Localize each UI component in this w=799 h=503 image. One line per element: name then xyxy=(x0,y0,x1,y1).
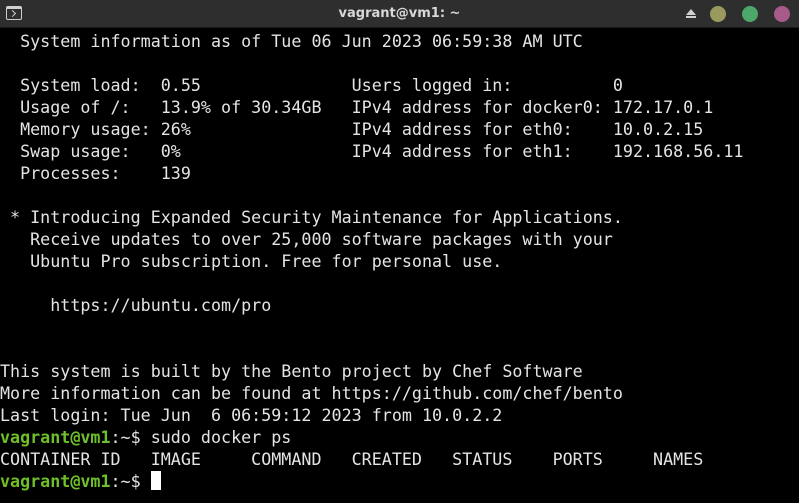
prompt-suffix: :~$ xyxy=(110,471,151,491)
docker-ps-header: CONTAINER ID IMAGE COMMAND CREATED STATU… xyxy=(0,449,704,469)
eject-icon[interactable] xyxy=(686,9,696,18)
terminal-line: Processes: 139 xyxy=(0,163,191,183)
minimize-button[interactable] xyxy=(710,6,726,22)
command-line: vagrant@vm1:~$ sudo docker ps xyxy=(0,426,799,448)
prompt-user-host: vagrant@vm1 xyxy=(0,471,111,491)
terminal-line: * Introducing Expanded Security Maintena… xyxy=(0,207,623,227)
terminal-line: Receive updates to over 25,000 software … xyxy=(0,229,613,249)
text-cursor[interactable] xyxy=(150,471,161,490)
title-bar[interactable]: vagrant@vm1: ~ xyxy=(0,0,799,28)
terminal-line: Usage of /: 13.9% of 30.34GB IPv4 addres… xyxy=(0,97,714,117)
terminal-output[interactable]: System information as of Tue 06 Jun 2023… xyxy=(0,30,799,503)
terminal-line: https://ubuntu.com/pro xyxy=(0,295,272,315)
prompt-user-host: vagrant@vm1 xyxy=(0,427,111,447)
active-prompt-line[interactable]: vagrant@vm1:~$ xyxy=(0,470,799,492)
close-button[interactable] xyxy=(774,6,790,22)
terminal-window: vagrant@vm1: ~ System information as of … xyxy=(0,0,799,503)
terminal-line: Swap usage: 0% IPv4 address for eth1: 19… xyxy=(0,141,744,161)
window-title: vagrant@vm1: ~ xyxy=(338,6,461,21)
command-text: sudo docker ps xyxy=(150,427,292,447)
terminal-line: System information as of Tue 06 Jun 2023… xyxy=(0,31,583,51)
prompt-suffix: :~$ xyxy=(110,427,151,447)
terminal-line: More information can be found at https:/… xyxy=(0,383,623,403)
terminal-line: Memory usage: 26% IPv4 address for eth0:… xyxy=(0,119,704,139)
terminal-line: This system is built by the Bento projec… xyxy=(0,361,583,381)
terminal-line: System load: 0.55 Users logged in: 0 xyxy=(0,75,623,95)
maximize-button[interactable] xyxy=(742,6,758,22)
terminal-line: Last login: Tue Jun 6 06:59:12 2023 from… xyxy=(0,405,503,425)
terminal-line: Ubuntu Pro subscription. Free for person… xyxy=(0,251,503,271)
